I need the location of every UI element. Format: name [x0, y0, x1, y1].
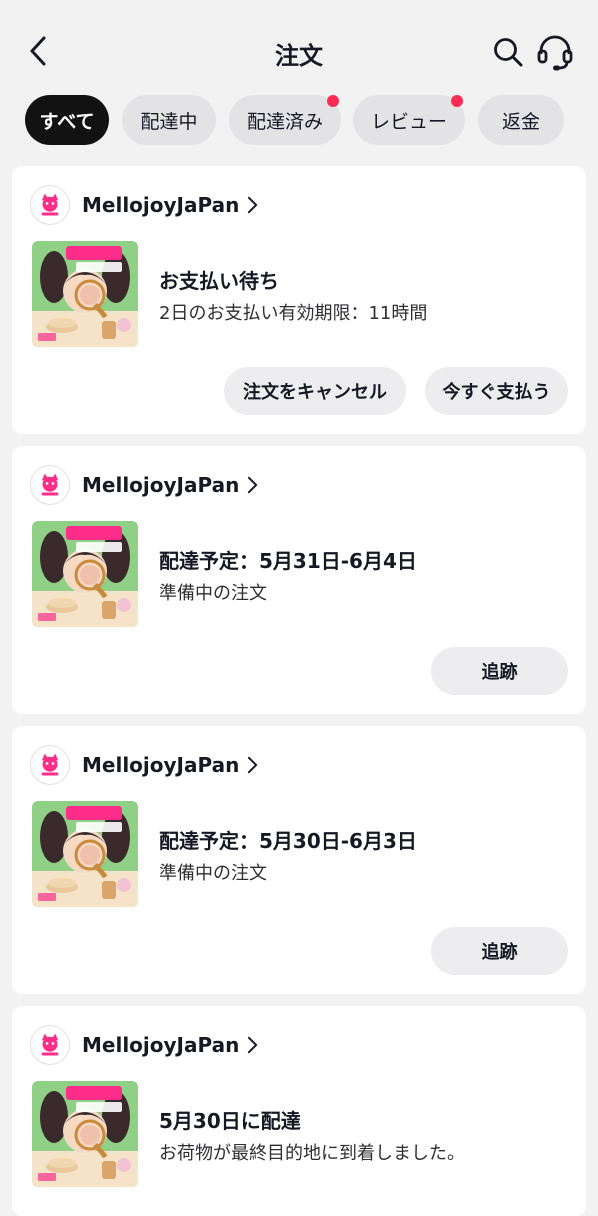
order-status-title: お支払い待ち [159, 269, 279, 293]
pay-now-button[interactable]: 今すぐ支払う [425, 367, 568, 415]
tab-label: 返金 [501, 110, 540, 133]
product-thumbnail[interactable] [32, 241, 138, 347]
search-button[interactable] [488, 34, 528, 74]
order-card: MellojoyJaPan 配達予定：5月30日-6月3日 準備中の注文 追跡 [12, 726, 586, 994]
order-status-title: 配達予定：5月31日-6月4日 [159, 549, 417, 573]
shop-logo [30, 465, 70, 505]
tab-label: 配達済み [246, 110, 323, 133]
tab-label: レビュー [370, 110, 447, 133]
search-icon [492, 36, 524, 72]
chevron-right-icon [247, 476, 258, 494]
order-status-title: 5月30日に配達 [159, 1109, 301, 1133]
order-status-detail: 準備中の注文 [159, 863, 267, 884]
product-thumbnail[interactable] [32, 1081, 138, 1187]
shop-logo [30, 745, 70, 785]
shop-logo [30, 185, 70, 225]
shop-logo [30, 1025, 70, 1065]
product-thumbnail[interactable] [32, 521, 138, 627]
notification-dot [327, 95, 339, 107]
shop-name: MellojoyJaPan [82, 193, 240, 217]
shop-link[interactable]: MellojoyJaPan [30, 1024, 258, 1066]
tab-refund[interactable]: 返金 [478, 95, 564, 145]
track-button[interactable]: 追跡 [431, 927, 568, 975]
top-bar: 注文 [0, 0, 598, 100]
order-card: MellojoyJaPan お支払い待ち 2日のお支払い有効期限：11時間 注文… [12, 166, 586, 434]
tab-shipping[interactable]: 配達中 [122, 95, 216, 145]
product-thumbnail[interactable] [32, 801, 138, 907]
order-status-detail: 2日のお支払い有効期限：11時間 [159, 303, 428, 324]
order-card: MellojoyJaPan 配達予定：5月31日-6月4日 準備中の注文 追跡 [12, 446, 586, 714]
order-status-detail: お荷物が最終目的地に到着しました。 [159, 1143, 465, 1164]
shop-name: MellojoyJaPan [82, 1033, 240, 1057]
tab-all[interactable]: すべて [25, 95, 109, 145]
chevron-right-icon [247, 196, 258, 214]
notification-dot [451, 95, 463, 107]
chevron-right-icon [247, 1036, 258, 1054]
filter-tabs: すべて 配達中 配達済み レビュー 返金 [0, 95, 598, 147]
headset-icon [536, 33, 574, 75]
shop-link[interactable]: MellojoyJaPan [30, 464, 258, 506]
shop-name: MellojoyJaPan [82, 753, 240, 777]
order-card: MellojoyJaPan 5月30日に配達 お荷物が最終目的地に到着しました。 [12, 1006, 586, 1216]
shop-name: MellojoyJaPan [82, 473, 240, 497]
tab-delivered[interactable]: 配達済み [229, 95, 341, 145]
shop-link[interactable]: MellojoyJaPan [30, 184, 258, 226]
track-button[interactable]: 追跡 [431, 647, 568, 695]
support-button[interactable] [533, 32, 577, 76]
shop-link[interactable]: MellojoyJaPan [30, 744, 258, 786]
order-status-title: 配達予定：5月30日-6月3日 [159, 829, 417, 853]
tab-review[interactable]: レビュー [353, 95, 465, 145]
tab-label: 配達中 [140, 110, 198, 133]
cancel-order-button[interactable]: 注文をキャンセル [224, 367, 406, 415]
tab-label: すべて [39, 110, 95, 133]
chevron-right-icon [247, 756, 258, 774]
order-status-detail: 準備中の注文 [159, 583, 267, 604]
